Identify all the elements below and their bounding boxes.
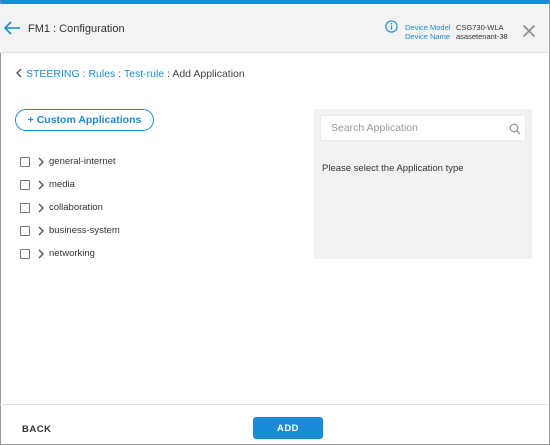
add-button[interactable]: ADD xyxy=(253,417,323,439)
device-name-label: Device Name xyxy=(405,32,451,41)
search-icon[interactable] xyxy=(509,123,521,135)
back-button[interactable]: BACK xyxy=(22,424,51,435)
application-type-tree: general-internet media collaboration bus… xyxy=(20,150,120,265)
tree-item-label: collaboration xyxy=(49,202,103,213)
chevron-left-icon[interactable] xyxy=(15,68,23,78)
device-name-value: asasetenant-38 xyxy=(456,32,508,41)
tree-item-networking[interactable]: networking xyxy=(20,242,120,265)
breadcrumb-current: Add Application xyxy=(172,68,245,80)
checkbox[interactable] xyxy=(20,202,30,213)
tree-item-label: networking xyxy=(49,248,95,259)
breadcrumb-test-rule[interactable]: Test-rule xyxy=(124,68,164,80)
chevron-right-icon[interactable] xyxy=(37,180,45,190)
dialog-header: FM1 : Configuration Device Model Device … xyxy=(0,4,548,53)
chevron-right-icon[interactable] xyxy=(37,157,45,167)
checkbox[interactable] xyxy=(20,248,30,259)
chevron-right-icon[interactable] xyxy=(37,249,45,259)
tree-item-collaboration[interactable]: collaboration xyxy=(20,196,120,219)
breadcrumb-rules[interactable]: Rules xyxy=(88,68,115,80)
chevron-right-icon[interactable] xyxy=(37,203,45,213)
tree-item-general-internet[interactable]: general-internet xyxy=(20,150,120,173)
application-panel: Please select the Application type xyxy=(314,109,532,259)
chevron-right-icon[interactable] xyxy=(37,226,45,236)
checkbox[interactable] xyxy=(20,179,30,190)
breadcrumb: STEERING : Rules : Test-rule : Add Appli… xyxy=(15,68,245,80)
checkbox[interactable] xyxy=(20,156,30,167)
checkbox[interactable] xyxy=(20,225,30,236)
search-input[interactable] xyxy=(321,116,501,140)
breadcrumb-steering[interactable]: STEERING xyxy=(26,68,80,80)
device-info-labels: Device Model Device Name xyxy=(405,23,450,41)
footer-divider xyxy=(0,404,548,405)
arrow-left-icon[interactable] xyxy=(3,21,21,35)
search-box xyxy=(320,115,526,141)
panel-message: Please select the Application type xyxy=(322,163,464,174)
device-info-values: CSG730-WLA asasetenant-38 xyxy=(456,23,508,41)
tree-item-media[interactable]: media xyxy=(20,173,120,196)
tree-item-label: business-system xyxy=(49,225,120,236)
info-circle-icon[interactable] xyxy=(385,20,398,33)
tree-item-label: general-internet xyxy=(49,156,116,167)
breadcrumb-separator: : xyxy=(115,68,124,80)
custom-applications-button[interactable]: + Custom Applications xyxy=(15,109,154,131)
page-title: FM1 : Configuration xyxy=(28,23,125,35)
close-icon[interactable] xyxy=(522,24,536,38)
tree-item-label: media xyxy=(49,179,75,190)
device-model-value: CSG730-WLA xyxy=(456,23,504,32)
device-model-label: Device Model xyxy=(405,23,451,32)
tree-item-business-system[interactable]: business-system xyxy=(20,219,120,242)
